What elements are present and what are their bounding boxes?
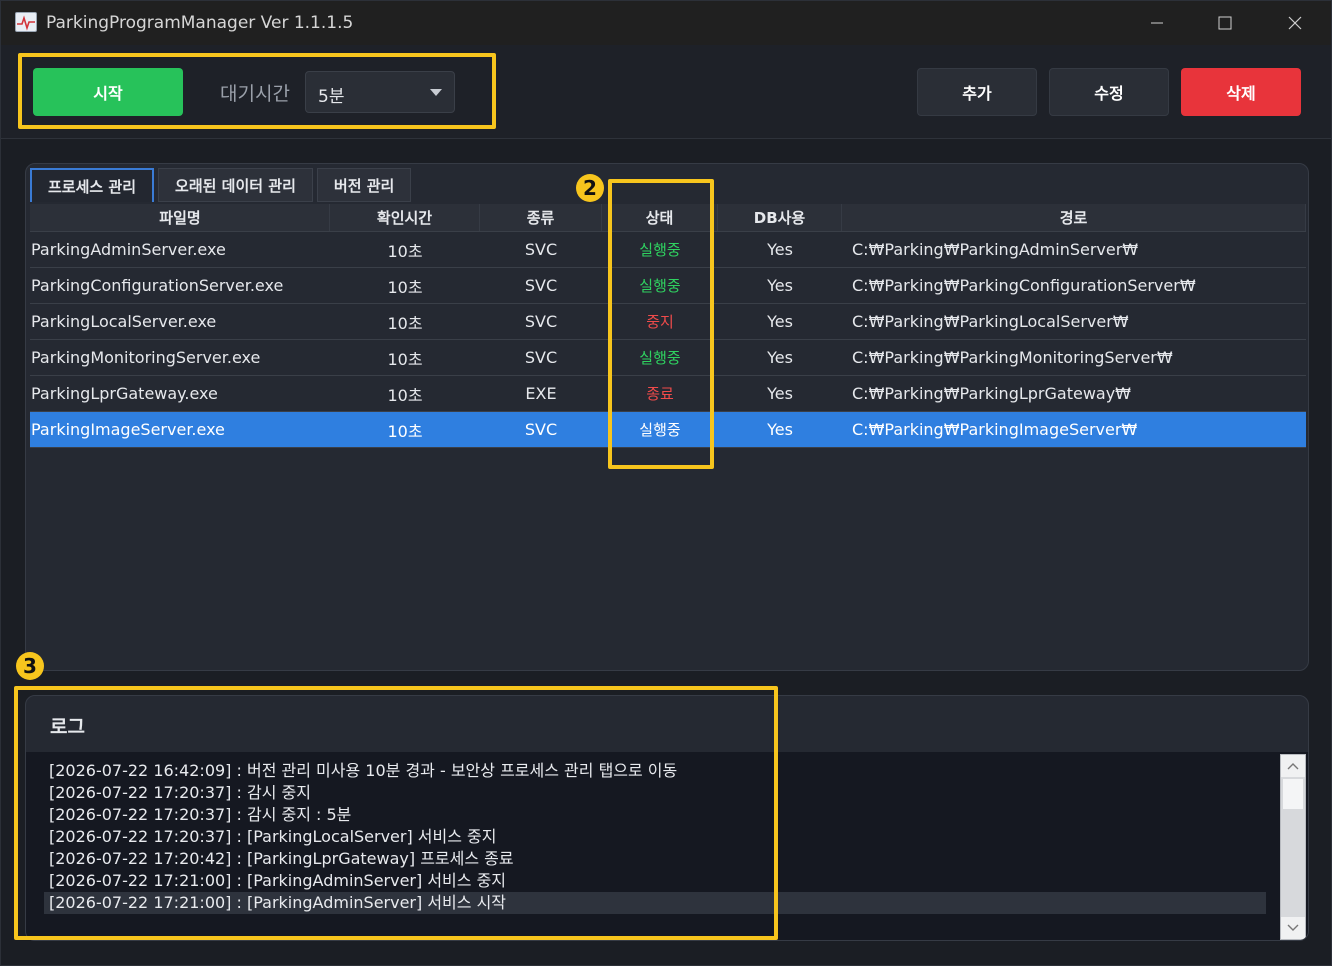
wait-time-value: 5분 bbox=[318, 87, 345, 107]
edit-button[interactable]: 수정 bbox=[1049, 68, 1169, 116]
minimize-icon bbox=[1151, 22, 1163, 24]
cell-db: Yes bbox=[767, 420, 793, 439]
column-header-path[interactable]: 경로 bbox=[842, 204, 1306, 231]
tab-version-management[interactable]: 버전 관리 bbox=[316, 168, 412, 202]
table-row-selected[interactable]: ParkingImageServer.exe 10초 SVC 실행중 Yes C… bbox=[30, 412, 1306, 448]
cell-file: ParkingLprGateway.exe bbox=[31, 384, 218, 403]
log-line[interactable]: [2026-07-22 17:20:37] : 감시 중지 : 5분 bbox=[44, 804, 1266, 826]
chevron-down-icon bbox=[430, 89, 442, 96]
cell-db: Yes bbox=[767, 312, 793, 331]
table-row[interactable]: ParkingConfigurationServer.exe 10초 SVC 실… bbox=[30, 268, 1306, 304]
cell-type: SVC bbox=[524, 348, 558, 367]
log-line[interactable]: [2026-07-22 17:21:00] : [ParkingAdminSer… bbox=[44, 870, 1266, 892]
cell-path: C:₩Parking₩ParkingAdminServer₩ bbox=[852, 240, 1139, 259]
maximize-icon bbox=[1218, 16, 1232, 30]
window-title: ParkingProgramManager Ver 1.1.1.5 bbox=[46, 13, 354, 33]
log-lines: [2026-07-22 16:42:09] : 버전 관리 미사용 10분 경과… bbox=[44, 760, 1266, 914]
tab-process-management[interactable]: 프로세스 관리 bbox=[30, 168, 155, 202]
wait-time-select[interactable]: 5분 bbox=[305, 71, 455, 113]
cell-type: SVC bbox=[524, 276, 558, 295]
cell-db: Yes bbox=[767, 384, 793, 403]
cell-check-time: 10초 bbox=[387, 277, 423, 297]
cell-check-time: 10초 bbox=[387, 421, 423, 441]
log-panel: 로그 [2026-07-22 16:42:09] : 버전 관리 미사용 10분… bbox=[25, 695, 1309, 941]
cell-type: SVC bbox=[524, 240, 558, 259]
start-button[interactable]: 시작 bbox=[33, 68, 183, 116]
log-line-selected[interactable]: [2026-07-22 17:21:00] : [ParkingAdminSer… bbox=[44, 892, 1266, 914]
scroll-thumb[interactable] bbox=[1283, 779, 1303, 809]
cell-file: ParkingAdminServer.exe bbox=[31, 240, 226, 259]
cell-type: SVC bbox=[524, 420, 558, 439]
close-button[interactable] bbox=[1261, 1, 1329, 45]
cell-path: C:₩Parking₩ParkingConfigurationServer₩ bbox=[852, 276, 1196, 295]
cell-db: Yes bbox=[767, 276, 793, 295]
log-line[interactable]: [2026-07-22 17:20:37] : 감시 중지 bbox=[44, 782, 1266, 804]
log-scrollbar[interactable] bbox=[1280, 754, 1306, 940]
app-icon bbox=[15, 12, 37, 32]
annotation-marker-3: 3 bbox=[16, 652, 44, 680]
cell-status: 실행중 bbox=[639, 349, 681, 367]
process-panel: 프로세스 관리 오래된 데이터 관리 버전 관리 파일명 확인시간 종류 상태 … bbox=[25, 163, 1309, 671]
cell-path: C:₩Parking₩ParkingLocalServer₩ bbox=[852, 312, 1129, 331]
scroll-up-icon[interactable] bbox=[1281, 755, 1305, 777]
cell-status: 종료 bbox=[646, 385, 674, 403]
cell-status: 중지 bbox=[646, 313, 674, 331]
close-icon bbox=[1288, 16, 1302, 30]
log-line[interactable]: [2026-07-22 16:42:09] : 버전 관리 미사용 10분 경과… bbox=[44, 760, 1266, 782]
column-header-status[interactable]: 상태 bbox=[602, 204, 718, 231]
add-button[interactable]: 추가 bbox=[917, 68, 1037, 116]
table-header: 파일명 확인시간 종류 상태 DB사용 경로 bbox=[30, 204, 1306, 232]
table-row[interactable]: ParkingMonitoringServer.exe 10초 SVC 실행중 … bbox=[30, 340, 1306, 376]
cell-path: C:₩Parking₩ParkingImageServer₩ bbox=[852, 420, 1138, 439]
cell-type: SVC bbox=[524, 312, 558, 331]
table-row[interactable]: ParkingAdminServer.exe 10초 SVC 실행중 Yes C… bbox=[30, 232, 1306, 268]
log-line[interactable]: [2026-07-22 17:20:42] : [ParkingLprGatew… bbox=[44, 848, 1266, 870]
table-row[interactable]: ParkingLprGateway.exe 10초 EXE 종료 Yes C:₩… bbox=[30, 376, 1306, 412]
log-list[interactable]: [2026-07-22 16:42:09] : 버전 관리 미사용 10분 경과… bbox=[26, 752, 1308, 940]
cell-file: ParkingImageServer.exe bbox=[31, 420, 225, 439]
tab-bar: 프로세스 관리 오래된 데이터 관리 버전 관리 bbox=[30, 168, 415, 202]
cell-file: ParkingConfigurationServer.exe bbox=[31, 276, 284, 295]
toolbar: 시작 대기시간 5분 추가 수정 삭제 bbox=[1, 45, 1331, 139]
cell-file: ParkingLocalServer.exe bbox=[31, 312, 217, 331]
cell-check-time: 10초 bbox=[387, 349, 423, 369]
process-table: 파일명 확인시간 종류 상태 DB사용 경로 ParkingAdminServe… bbox=[30, 204, 1306, 448]
cell-check-time: 10초 bbox=[387, 313, 423, 333]
cell-status: 실행중 bbox=[639, 241, 681, 259]
column-header-file[interactable]: 파일명 bbox=[30, 204, 330, 231]
cell-db: Yes bbox=[767, 348, 793, 367]
wait-time-label: 대기시간 bbox=[220, 83, 290, 105]
cell-check-time: 10초 bbox=[387, 241, 423, 261]
delete-button[interactable]: 삭제 bbox=[1181, 68, 1301, 116]
log-line[interactable]: [2026-07-22 17:20:37] : [ParkingLocalSer… bbox=[44, 826, 1266, 848]
table-row[interactable]: ParkingLocalServer.exe 10초 SVC 중지 Yes C:… bbox=[30, 304, 1306, 340]
cell-path: C:₩Parking₩ParkingMonitoringServer₩ bbox=[852, 348, 1173, 367]
column-header-check-time[interactable]: 확인시간 bbox=[330, 204, 480, 231]
maximize-button[interactable] bbox=[1191, 1, 1259, 45]
cell-file: ParkingMonitoringServer.exe bbox=[31, 348, 261, 367]
annotation-marker-2: 2 bbox=[576, 174, 604, 202]
title-bar: ParkingProgramManager Ver 1.1.1.5 bbox=[1, 1, 1331, 45]
cell-type: EXE bbox=[525, 384, 557, 403]
minimize-button[interactable] bbox=[1123, 1, 1191, 45]
cell-check-time: 10초 bbox=[387, 385, 423, 405]
column-header-db[interactable]: DB사용 bbox=[718, 204, 842, 231]
column-header-type[interactable]: 종류 bbox=[480, 204, 602, 231]
cell-status: 실행중 bbox=[639, 277, 681, 295]
cell-status: 실행중 bbox=[639, 421, 681, 439]
cell-path: C:₩Parking₩ParkingLprGateway₩ bbox=[852, 384, 1131, 403]
scroll-down-icon[interactable] bbox=[1281, 917, 1305, 939]
tab-old-data-management[interactable]: 오래된 데이터 관리 bbox=[158, 168, 313, 202]
app-window: ParkingProgramManager Ver 1.1.1.5 시작 대기시… bbox=[0, 0, 1332, 966]
cell-db: Yes bbox=[767, 240, 793, 259]
log-title: 로그 bbox=[50, 716, 85, 738]
